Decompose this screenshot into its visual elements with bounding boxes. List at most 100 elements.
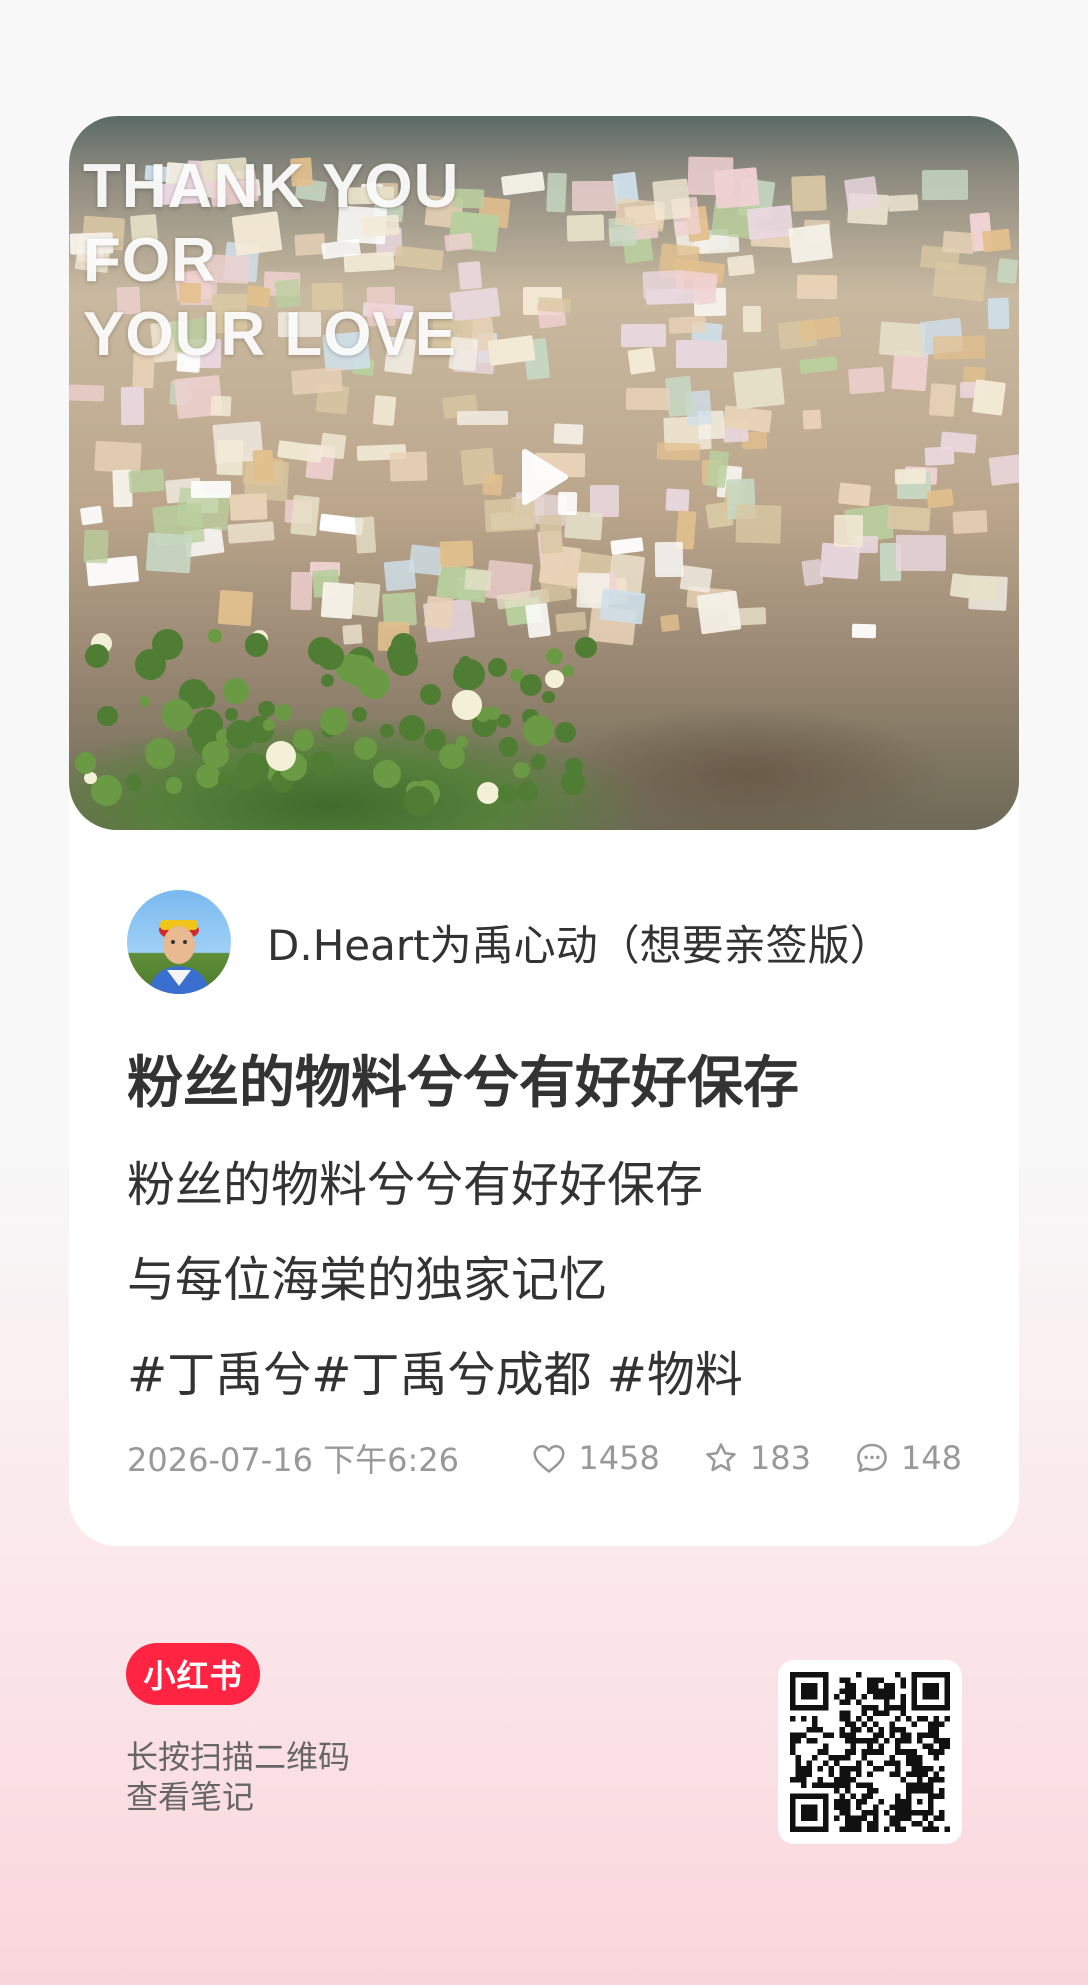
fan-card	[372, 394, 397, 427]
fan-card	[537, 297, 572, 314]
engagement-stats: 1458 183 148	[488, 1439, 962, 1477]
flower-bush	[274, 704, 292, 721]
fan-card	[819, 542, 860, 580]
fan-card	[796, 274, 837, 300]
fan-card	[389, 451, 428, 483]
flower-bush	[380, 723, 395, 738]
comments-count: 148	[900, 1439, 962, 1477]
fan-card	[726, 255, 756, 278]
flower-bush	[561, 770, 586, 795]
flower-bush	[320, 673, 334, 687]
fan-card	[538, 513, 564, 553]
fan-card	[524, 603, 551, 639]
fan-card	[464, 569, 492, 591]
flower-bush	[351, 706, 367, 722]
fan-card	[735, 504, 782, 544]
flower-bush	[222, 678, 250, 705]
fan-card	[939, 431, 977, 454]
fan-card	[83, 529, 109, 564]
fan-card	[665, 488, 690, 512]
flower-bush	[452, 690, 482, 720]
flower-bush	[497, 783, 518, 803]
fan-card	[252, 449, 274, 483]
fan-card	[645, 288, 696, 305]
fan-card	[713, 166, 761, 209]
fan-card	[500, 171, 545, 197]
fan-card	[952, 510, 988, 534]
author-row[interactable]: D.Heart为禹心动（想要亲签版）	[127, 890, 892, 994]
flower-bush	[545, 669, 564, 689]
fan-card	[319, 432, 347, 460]
flower-bush	[134, 648, 166, 680]
fan-card	[921, 169, 969, 200]
fan-card	[696, 590, 741, 635]
fan-card	[788, 223, 833, 263]
fan-card	[128, 468, 165, 493]
fan-card	[988, 451, 1019, 486]
flower-bush	[309, 751, 335, 776]
fan-card	[887, 194, 920, 212]
qr-code[interactable]	[778, 1660, 962, 1844]
fan-card	[652, 178, 691, 220]
flower-bush	[258, 700, 275, 718]
fan-card	[351, 581, 381, 617]
fan-card	[563, 510, 603, 541]
scan-hint: 长按扫描二维码 查看笔记	[126, 1737, 350, 1817]
fan-card	[145, 532, 193, 573]
flower-bush	[144, 737, 176, 769]
likes-count: 1458	[578, 1439, 660, 1477]
flower-bush	[372, 760, 401, 788]
timestamp: 2026-07-16 下午6:26	[127, 1441, 460, 1479]
flower-bush	[542, 690, 555, 704]
fan-card	[895, 535, 946, 572]
play-icon[interactable]	[513, 446, 575, 508]
comments-stat[interactable]: 148	[853, 1439, 962, 1477]
flower-bush	[225, 719, 256, 750]
fan-card	[746, 204, 795, 241]
flower-bush	[161, 699, 194, 731]
note-hashtags[interactable]: #丁禹兮#丁禹兮成都 #物料	[127, 1328, 743, 1423]
cover-video-thumbnail[interactable]: THANK YOU FOR YOUR LOVE	[69, 116, 1019, 830]
scan-hint-line: 查看笔记	[126, 1778, 255, 1816]
fan-card	[599, 588, 647, 625]
flower-bush	[308, 636, 337, 665]
flower-bush	[498, 737, 518, 757]
avatar[interactable]	[127, 890, 231, 994]
flower-bush	[513, 761, 530, 779]
fan-card	[675, 269, 719, 293]
fan-card	[660, 614, 681, 633]
likes-stat[interactable]: 1458	[530, 1439, 660, 1477]
fan-card	[482, 473, 504, 497]
flower-bush	[453, 658, 485, 691]
flower-bush	[138, 696, 150, 708]
fan-card	[621, 324, 666, 348]
flower-bush	[263, 718, 275, 731]
fan-card	[290, 571, 313, 610]
flower-bush	[196, 763, 220, 788]
collects-stat[interactable]: 183	[702, 1439, 811, 1477]
note-body-line: 粉丝的物料兮兮有好好保存	[127, 1157, 704, 1213]
fan-card	[925, 488, 954, 509]
flower-bush	[292, 729, 315, 751]
author-name[interactable]: D.Heart为禹心动（想要亲签版）	[267, 912, 892, 973]
cover-text-line: THANK YOU	[83, 152, 460, 221]
fan-card	[799, 355, 838, 375]
fan-card	[487, 334, 536, 366]
fan-card	[733, 367, 785, 410]
flower-bush	[97, 705, 119, 727]
fan-card	[457, 260, 482, 290]
fan-card	[226, 520, 275, 543]
fan-card	[627, 347, 656, 376]
fan-card	[654, 542, 684, 578]
fan-card	[679, 564, 713, 594]
note-meta-row: 2026-07-16 下午6:26 1458 183 148	[127, 1436, 962, 1480]
xiaohongshu-logo: 小红书	[126, 1643, 260, 1705]
fan-card	[802, 409, 822, 430]
fan-card	[837, 482, 871, 507]
flower-bush	[439, 743, 466, 770]
fan-card	[625, 388, 670, 411]
flower-bush	[237, 772, 256, 790]
flower-bush	[523, 715, 555, 747]
fan-card	[791, 175, 827, 213]
flower-bush	[358, 667, 390, 700]
